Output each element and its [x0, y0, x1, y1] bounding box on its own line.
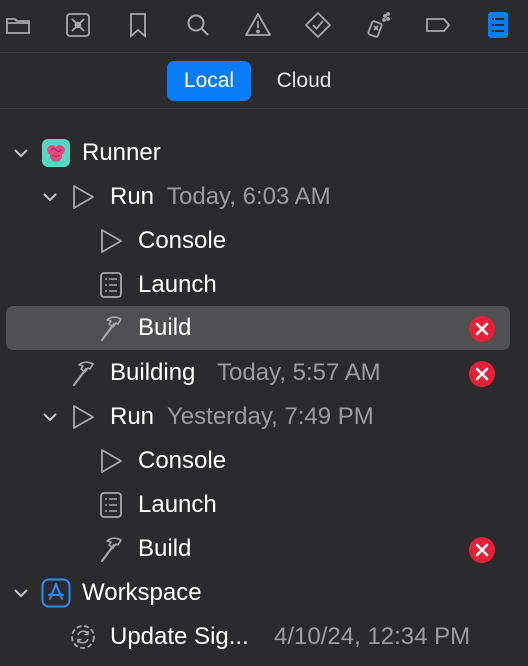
test-diamond-icon[interactable]	[302, 9, 334, 41]
warning-icon[interactable]	[242, 9, 274, 41]
tree-row-launch[interactable]: Launch	[0, 263, 528, 307]
tree-row-label: Launch	[138, 491, 217, 518]
tree-row-label: Building	[110, 359, 196, 386]
tree-row-label: Build	[138, 535, 192, 562]
folder-icon[interactable]	[2, 9, 34, 41]
chevron-down-icon[interactable]	[12, 584, 30, 602]
play-icon	[73, 405, 94, 429]
app-store-icon	[41, 578, 71, 608]
tree-row-timestamp: 4/10/24, 12:34 PM	[274, 623, 471, 650]
navigator-toolbar	[0, 0, 528, 53]
app-icon	[42, 139, 70, 167]
tree-row-run[interactable]: Run Today, 6:03 AM	[0, 175, 528, 219]
error-icon	[469, 537, 495, 563]
hammer-icon	[72, 361, 94, 387]
tree-row-label: Run	[110, 183, 155, 210]
issue-navigator-icon[interactable]	[62, 9, 94, 41]
play-icon	[101, 229, 122, 253]
gear-refresh-icon	[71, 625, 95, 649]
report-navigator-icon[interactable]	[482, 9, 514, 41]
tree-row-build[interactable]: Build	[0, 527, 528, 571]
tree-row-console[interactable]: Console	[0, 439, 528, 483]
chevron-down-icon[interactable]	[12, 144, 30, 162]
hammer-icon	[100, 316, 122, 342]
tree-row-label: Console	[138, 447, 227, 474]
search-icon[interactable]	[182, 9, 214, 41]
local-tab[interactable]: Local	[167, 61, 251, 101]
tree-row-timestamp: Yesterday, 7:49 PM	[167, 403, 374, 430]
tree-row-launch[interactable]: Launch	[0, 483, 528, 527]
tree-row-console[interactable]: Console	[0, 219, 528, 263]
tree-row-run[interactable]: Run Yesterday, 7:49 PM	[0, 395, 528, 439]
tag-icon[interactable]	[422, 9, 454, 41]
cloud-tab[interactable]: Cloud	[262, 61, 346, 101]
play-icon	[101, 449, 122, 473]
log-list-icon	[100, 272, 122, 298]
tree-row-label: Update Sig...	[110, 623, 249, 650]
play-icon	[73, 185, 94, 209]
tree-row-label: Runner	[82, 139, 161, 166]
tree-row-update[interactable]: Update Sig... 4/10/24, 12:34 PM	[0, 615, 528, 659]
tree-row-building[interactable]: Building Today, 5:57 AM	[0, 351, 528, 395]
tree-row-timestamp: Today, 6:03 AM	[167, 183, 331, 210]
tree-row-label: Build	[138, 314, 192, 341]
tree-row-label: Workspace	[82, 579, 202, 606]
tree-row-runner[interactable]: Runner	[0, 131, 528, 175]
tree-row-label: Run	[110, 403, 155, 430]
divider	[0, 108, 528, 109]
tree-row-timestamp: Today, 5:57 AM	[217, 359, 381, 386]
tree-row-label: Launch	[138, 271, 217, 298]
error-icon	[469, 361, 495, 387]
chevron-down-icon[interactable]	[41, 408, 59, 426]
hammer-icon	[100, 537, 122, 563]
error-icon	[469, 316, 495, 342]
tree-row-build-selected[interactable]: Build	[6, 306, 510, 350]
tree-row-workspace[interactable]: Workspace	[0, 571, 528, 615]
tree-row-label: Console	[138, 227, 227, 254]
chevron-down-icon[interactable]	[41, 188, 59, 206]
debug-spray-icon[interactable]	[362, 9, 394, 41]
log-list-icon	[100, 492, 122, 518]
bookmark-icon[interactable]	[122, 9, 154, 41]
